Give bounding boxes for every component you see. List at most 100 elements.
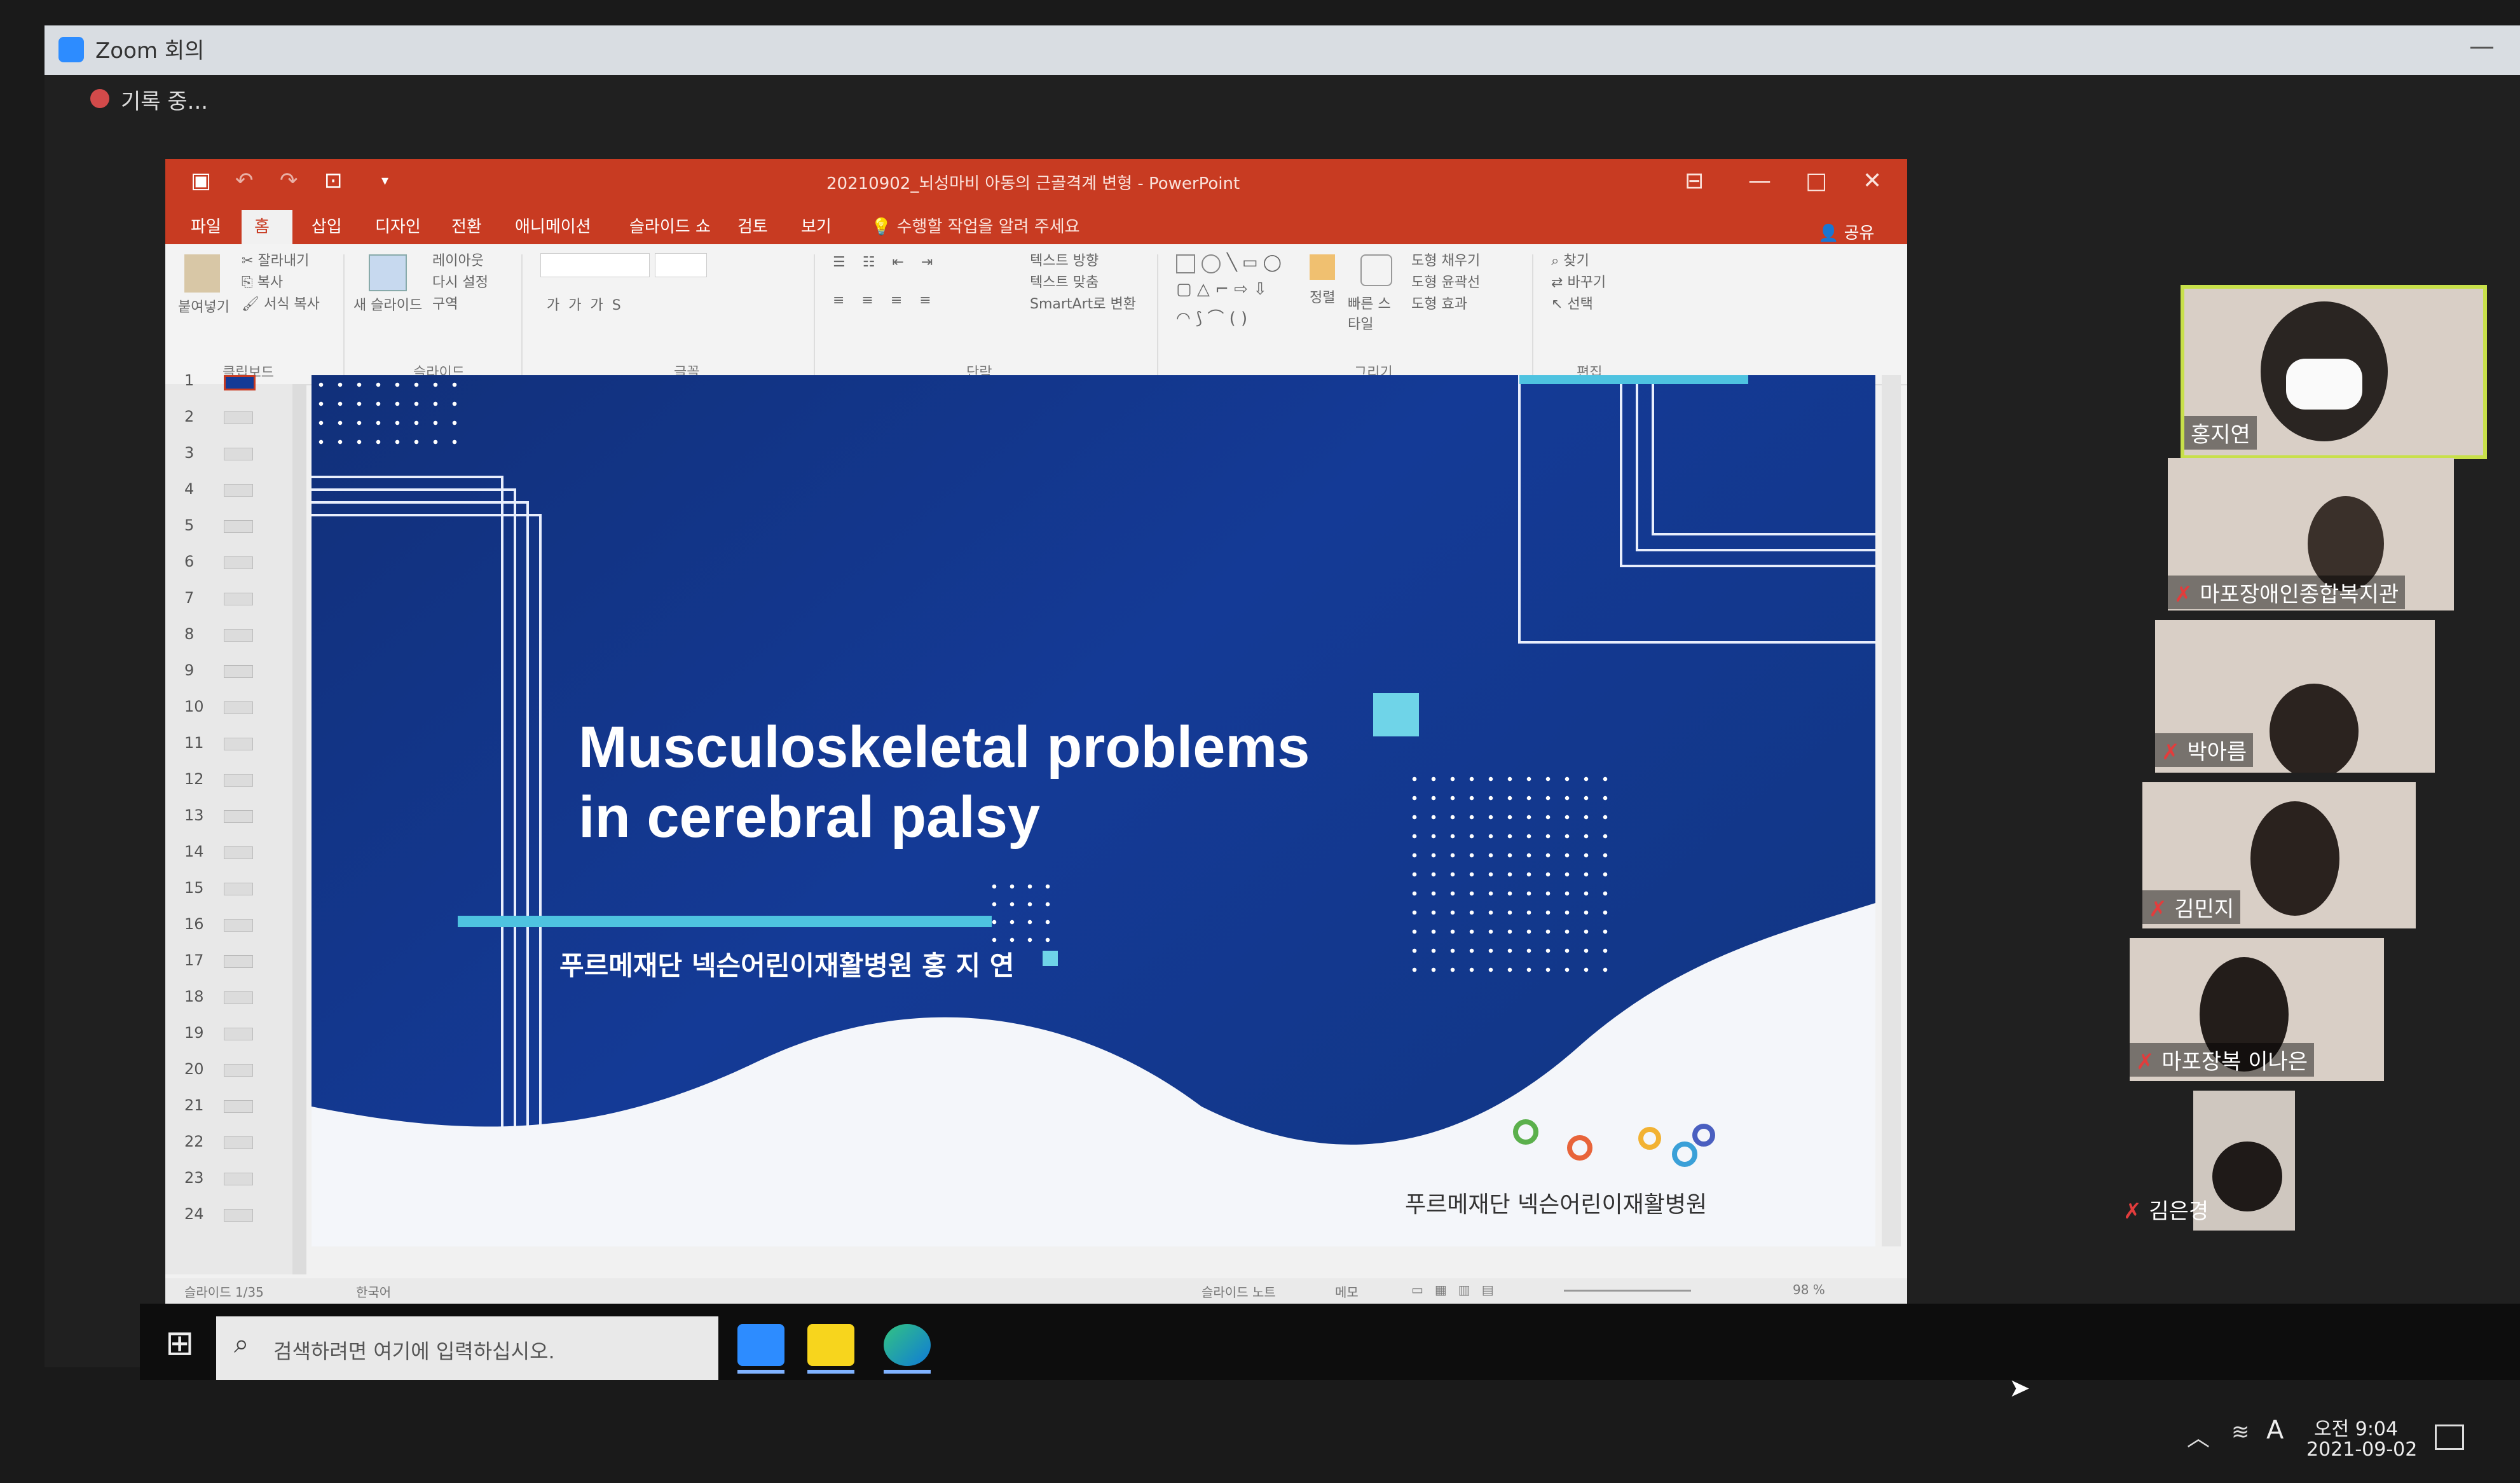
slide-thumbnail[interactable] (224, 919, 253, 932)
participant-tile[interactable]: ✗ 김민지 (2142, 782, 2416, 928)
thumbnail-number[interactable]: 24 (184, 1205, 204, 1223)
ribbon-display-icon[interactable]: ⊟ (1685, 168, 1704, 194)
slide-thumbnail[interactable] (224, 1136, 253, 1149)
slide-thumbnail[interactable] (224, 774, 253, 787)
section-button[interactable]: 구역 (432, 293, 458, 313)
thumbnail-number[interactable]: 13 (184, 806, 204, 824)
align-buttons[interactable]: ≡ ≡ ≡ ≡ (833, 293, 938, 308)
slide-thumbnail[interactable] (224, 883, 253, 895)
kakaotalk-app-icon[interactable] (807, 1324, 854, 1366)
thumbnail-number[interactable]: 6 (184, 553, 194, 570)
slide-thumbnail[interactable] (224, 556, 253, 569)
slide-thumbnail[interactable] (224, 1028, 253, 1040)
participant-tile[interactable]: ✗ 박아름 (2155, 620, 2435, 773)
slide-thumbnail[interactable] (224, 520, 253, 533)
zoom-percentage[interactable]: 98 % (1793, 1282, 1825, 1297)
slide-thumbnail[interactable] (224, 846, 253, 859)
save-icon[interactable]: ▣ (191, 168, 211, 193)
thumbnail-number[interactable]: 16 (184, 915, 204, 933)
tab-design[interactable]: 디자인 (375, 214, 421, 237)
notes-button[interactable]: 슬라이드 노트 (1202, 1282, 1276, 1300)
thumbnail-number[interactable]: 2 (184, 408, 194, 425)
slide-thumbnail[interactable] (224, 738, 253, 750)
thumbnail-number[interactable]: 1 (184, 371, 194, 389)
tab-file[interactable]: 파일 (191, 214, 221, 237)
share-button[interactable]: 👤 공유 (1818, 220, 1874, 244)
participant-tile[interactable]: ✗ 마포장복 이나은 (2130, 938, 2384, 1081)
oval-shape-icon[interactable] (1202, 254, 1221, 273)
slide-subtitle[interactable]: 푸르메재단 넥슨어린이재활병원 홍 지 연 (559, 944, 1014, 983)
shape-effects-button[interactable]: 도형 효과 (1411, 293, 1467, 313)
participant-tile[interactable]: 홍지연 (2181, 285, 2487, 459)
find-button[interactable]: ⌕ 찾기 (1551, 249, 1589, 270)
view-buttons[interactable]: ▭▦▥▤ (1411, 1282, 1505, 1297)
quick-styles-icon[interactable] (1360, 254, 1392, 286)
thumbnail-number[interactable]: 22 (184, 1133, 204, 1150)
thumbnail-number[interactable]: 14 (184, 843, 204, 860)
thumbnail-number[interactable]: 11 (184, 734, 204, 752)
font-size-dropdown[interactable] (655, 253, 707, 277)
slide-thumbnail[interactable] (224, 665, 253, 678)
thumbnail-number[interactable]: 12 (184, 770, 204, 788)
thumbnail-number[interactable]: 5 (184, 516, 194, 534)
slide-thumbnail[interactable] (224, 1100, 253, 1113)
comments-button[interactable]: 메모 (1335, 1282, 1359, 1300)
thumbnail-number[interactable]: 18 (184, 988, 204, 1005)
wifi-icon[interactable]: ≋ (2231, 1419, 2250, 1445)
tab-insert[interactable]: 삽입 (312, 214, 342, 237)
slide-canvas[interactable]: Musculoskeletal problems in cerebral pal… (312, 375, 1875, 1246)
notification-icon[interactable] (2435, 1424, 2464, 1450)
edge-app-icon[interactable] (884, 1324, 931, 1366)
minimize-icon[interactable]: — (1748, 168, 1771, 194)
format-painter-button[interactable]: 🖌 서식 복사 (242, 293, 320, 313)
thumbnail-number[interactable]: 21 (184, 1096, 204, 1114)
line-shape-icon[interactable]: ╲ ▭ ◯ (1227, 253, 1282, 272)
slide-scrollbar[interactable] (1882, 375, 1901, 1246)
slide-thumbnail[interactable] (224, 593, 253, 605)
slide-thumbnail[interactable] (224, 1209, 253, 1222)
slide-thumbnail[interactable] (224, 810, 253, 823)
thumbnail-number[interactable]: 10 (184, 698, 204, 715)
list-buttons[interactable]: ☰ ☷ ⇤ ⇥ (833, 254, 939, 270)
slide-thumbnail[interactable] (224, 1064, 253, 1077)
slide-thumbnail[interactable] (224, 448, 253, 460)
slide-thumbnail[interactable] (224, 411, 253, 424)
font-name-dropdown[interactable] (540, 253, 650, 277)
slide-thumbnail[interactable] (224, 955, 253, 968)
convert-smartart-button[interactable]: SmartArt로 변환 (1030, 293, 1136, 313)
tray-chevron-icon[interactable]: ︿ (2187, 1419, 2210, 1452)
zoom-app-icon[interactable] (737, 1324, 784, 1366)
close-icon[interactable]: ✕ (1863, 168, 1882, 194)
maximize-icon[interactable]: □ (1805, 168, 1827, 194)
slide-thumbnail[interactable] (224, 484, 253, 497)
tab-slideshow[interactable]: 슬라이드 쇼 (629, 214, 711, 237)
thumbnail-number[interactable]: 4 (184, 480, 194, 498)
tab-view[interactable]: 보기 (801, 214, 832, 237)
language-indicator[interactable]: 한국어 (356, 1282, 391, 1300)
shapes-row-2[interactable]: ▢ △ ⌐ ⇨ ⇩ (1176, 280, 1267, 299)
tell-me-search[interactable]: 💡 수행할 작업을 알려 주세요 (871, 214, 1080, 237)
shapes-row-3[interactable]: ◠ ⟆ ⌒ ( ) (1176, 305, 1247, 329)
reset-button[interactable]: 다시 설정 (432, 271, 488, 291)
arrange-button[interactable]: 정렬 (1310, 286, 1335, 307)
tab-transitions[interactable]: 전환 (451, 214, 482, 237)
text-direction-button[interactable]: 텍스트 방향 (1030, 249, 1099, 270)
arrange-icon[interactable] (1310, 254, 1335, 280)
new-slide-button[interactable]: 새 슬라이드 (353, 294, 422, 314)
replace-button[interactable]: ⇄ 바꾸기 (1551, 271, 1606, 291)
zoom-slider[interactable] (1564, 1290, 1691, 1292)
shape-outline-button[interactable]: 도형 윤곽선 (1411, 271, 1480, 291)
paste-button[interactable]: 붙여넣기 (178, 296, 229, 316)
slide-title[interactable]: Musculoskeletal problems in cerebral pal… (579, 712, 1310, 852)
select-button[interactable]: ↖ 선택 (1551, 293, 1593, 313)
ime-indicator[interactable]: A (2266, 1416, 2284, 1445)
undo-icon[interactable]: ↶ (235, 168, 254, 193)
slide-thumbnail[interactable] (224, 629, 253, 642)
thumbnail-number[interactable]: 9 (184, 661, 194, 679)
thumbnail-number[interactable]: 23 (184, 1169, 204, 1187)
start-slideshow-icon[interactable]: ⊡ (324, 168, 343, 193)
copy-button[interactable]: ⎘ 복사 (242, 271, 283, 291)
slide-thumbnail[interactable] (224, 375, 256, 390)
redo-icon[interactable]: ↷ (280, 168, 298, 193)
windows-start-icon[interactable]: ⊞ (165, 1323, 194, 1363)
